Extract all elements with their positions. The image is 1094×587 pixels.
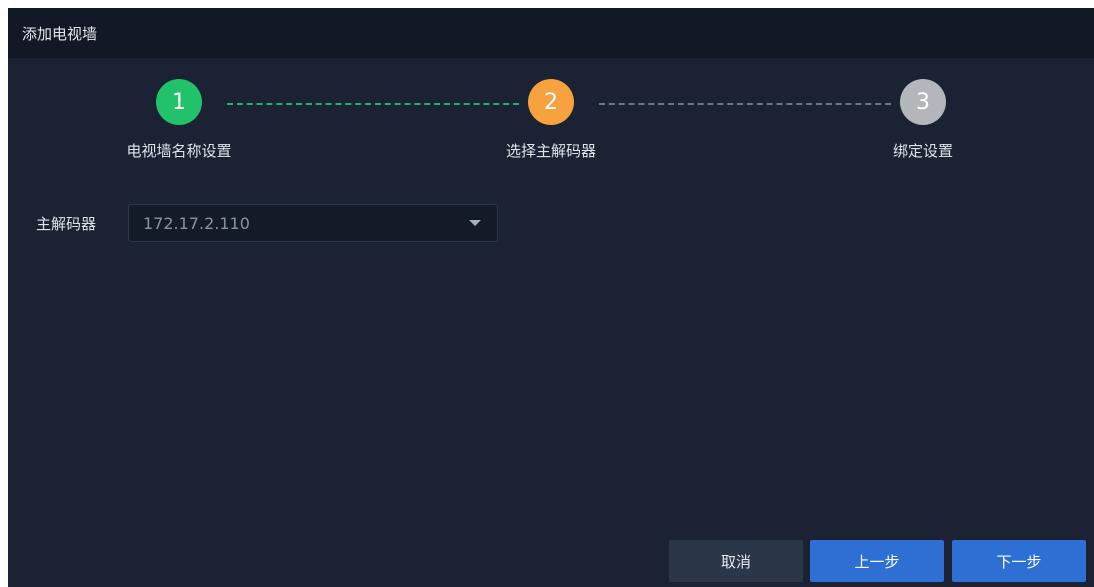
cancel-button[interactable]: 取消 [669,540,803,582]
step-3-circle: 3 [900,79,946,125]
step-3-label: 绑定设置 [892,142,953,160]
stepper: 1 电视墙名称设置 2 选择主解码器 3 绑定设置 [8,58,1094,188]
dialog-title: 添加电视墙 [22,24,98,43]
chevron-down-icon[interactable] [469,220,481,226]
step-1: 1 电视墙名称设置 [99,58,259,161]
dialog-titlebar: 添加电视墙 [8,8,1094,58]
next-button[interactable]: 下一步 [952,540,1086,582]
step-3: 3 绑定设置 [843,58,1003,161]
add-video-wall-dialog: 添加电视墙 1 电视墙名称设置 2 选择主解码器 3 绑定设置 主解码器 172… [8,8,1094,587]
decoder-select-value: 172.17.2.110 [143,213,250,233]
decoder-select[interactable]: 172.17.2.110 [128,204,498,242]
decoder-label: 主解码器 [36,215,97,233]
step-2-number: 2 [544,89,558,115]
step-1-label: 电视墙名称设置 [126,142,232,160]
step-2-label: 选择主解码器 [505,142,596,160]
previous-button[interactable]: 上一步 [810,540,944,582]
step-1-circle: 1 [156,79,202,125]
step-2-circle: 2 [528,79,574,125]
step-3-number: 3 [916,89,930,115]
step-1-number: 1 [172,89,186,115]
step-2: 2 选择主解码器 [471,58,631,161]
